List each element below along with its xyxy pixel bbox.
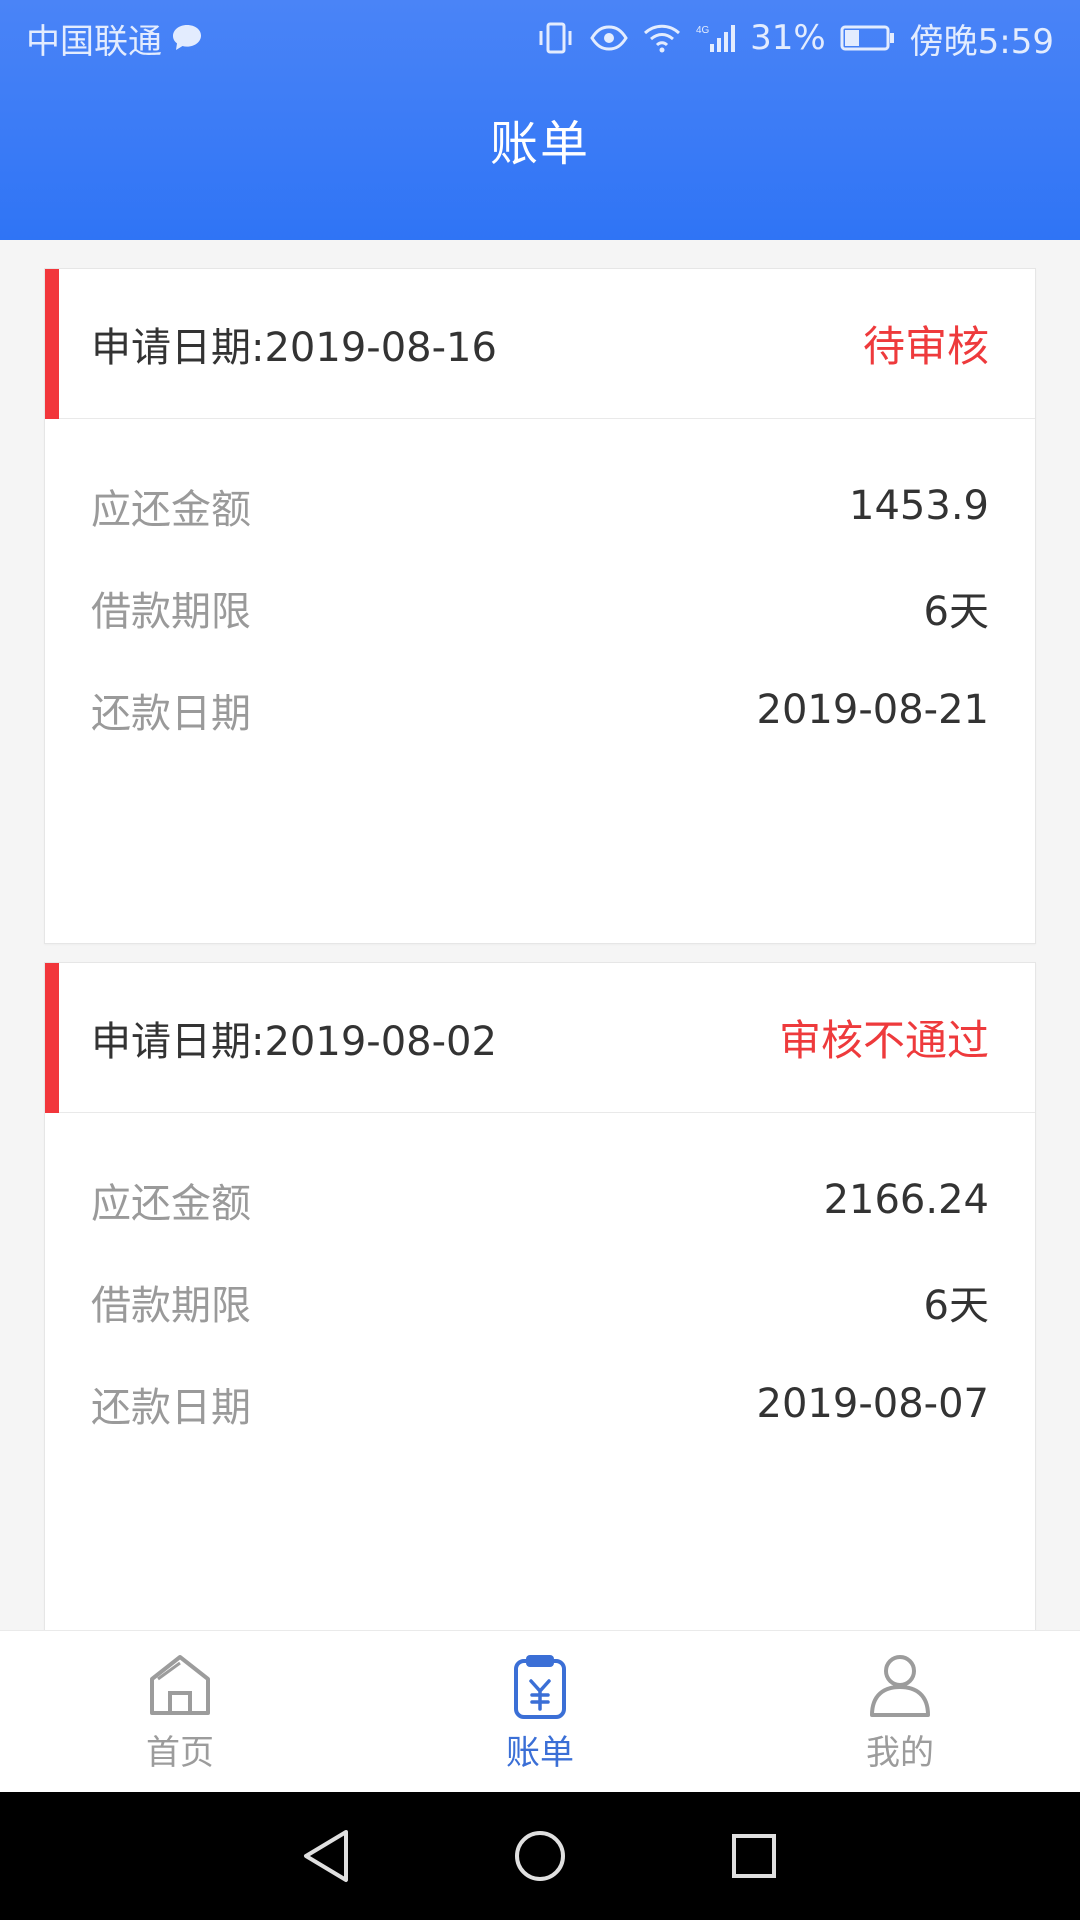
amount-value: 1453.9 [849,483,989,529]
page-title: 账单 [489,116,590,172]
term-value: 6天 [923,589,989,635]
card-accent-bar [45,269,59,419]
clock: 傍晚5:59 [909,21,1054,62]
chat-bubble-icon [170,23,204,53]
status-bar: 中国联通 4G 31% 傍晚5:59 [0,0,1080,76]
bill-list[interactable]: 申请日期:2019-08-16 待审核 应还金额 1453.9 借款期限 6天 … [0,240,1080,1630]
recents-square-icon [732,1834,776,1878]
due-row: 还款日期 2019-08-21 [91,659,989,761]
nav-bills[interactable]: 账单 [360,1631,720,1792]
home-circle-icon [515,1831,565,1881]
apply-date: 申请日期:2019-08-16 [91,324,497,371]
apply-date: 申请日期:2019-08-02 [91,1018,497,1065]
bill-card[interactable]: 申请日期:2019-08-02 审核不通过 应还金额 2166.24 借款期限 … [44,962,1036,1630]
system-nav-bar [0,1792,1080,1920]
amount-row: 应还金额 2166.24 [91,1149,989,1251]
wifi-icon [642,22,682,54]
term-label: 借款期限 [91,1283,251,1329]
bottom-nav: 首页 账单 我的 [0,1630,1080,1792]
amount-row: 应还金额 1453.9 [91,455,989,557]
signal-4g-icon: 4G [696,22,736,54]
term-row: 借款期限 6天 [91,1251,989,1353]
back-triangle-icon [304,1830,348,1882]
bill-card-header: 申请日期:2019-08-16 待审核 [45,269,1035,419]
term-value: 6天 [923,1283,989,1329]
amount-label: 应还金额 [91,1181,251,1227]
due-label: 还款日期 [91,1385,251,1431]
nav-home-label: 首页 [146,1733,214,1773]
home-icon [150,1655,210,1715]
card-accent-bar [45,963,59,1113]
bill-card-header: 申请日期:2019-08-02 审核不通过 [45,963,1035,1113]
header: 中国联通 4G 31% 傍晚5:59 账单 [0,0,1080,240]
due-label: 还款日期 [91,691,251,737]
nav-home[interactable]: 首页 [0,1631,360,1792]
home-button[interactable] [508,1824,572,1888]
battery-percent: 31% [750,18,826,58]
nav-bills-label: 账单 [506,1733,574,1773]
term-label: 借款期限 [91,589,251,635]
status-text: 待审核 [862,322,989,371]
recents-button[interactable] [722,1824,786,1888]
due-value: 2019-08-07 [756,1381,989,1427]
amount-value: 2166.24 [823,1177,989,1223]
term-row: 借款期限 6天 [91,557,989,659]
bill-card[interactable]: 申请日期:2019-08-16 待审核 应还金额 1453.9 借款期限 6天 … [44,268,1036,944]
due-row: 还款日期 2019-08-07 [91,1353,989,1455]
battery-icon [840,24,896,52]
eye-icon [590,23,628,53]
nav-mine-label: 我的 [866,1733,934,1773]
status-text: 审核不通过 [778,1016,989,1065]
user-icon [870,1655,930,1717]
back-button[interactable] [294,1824,358,1888]
carrier-name: 中国联通 [26,21,162,62]
bill-yen-icon [514,1655,566,1719]
nav-mine[interactable]: 我的 [720,1631,1080,1792]
svg-text:4G: 4G [696,25,710,36]
amount-label: 应还金额 [91,487,251,533]
vibrate-icon [536,21,576,55]
due-value: 2019-08-21 [756,687,989,733]
